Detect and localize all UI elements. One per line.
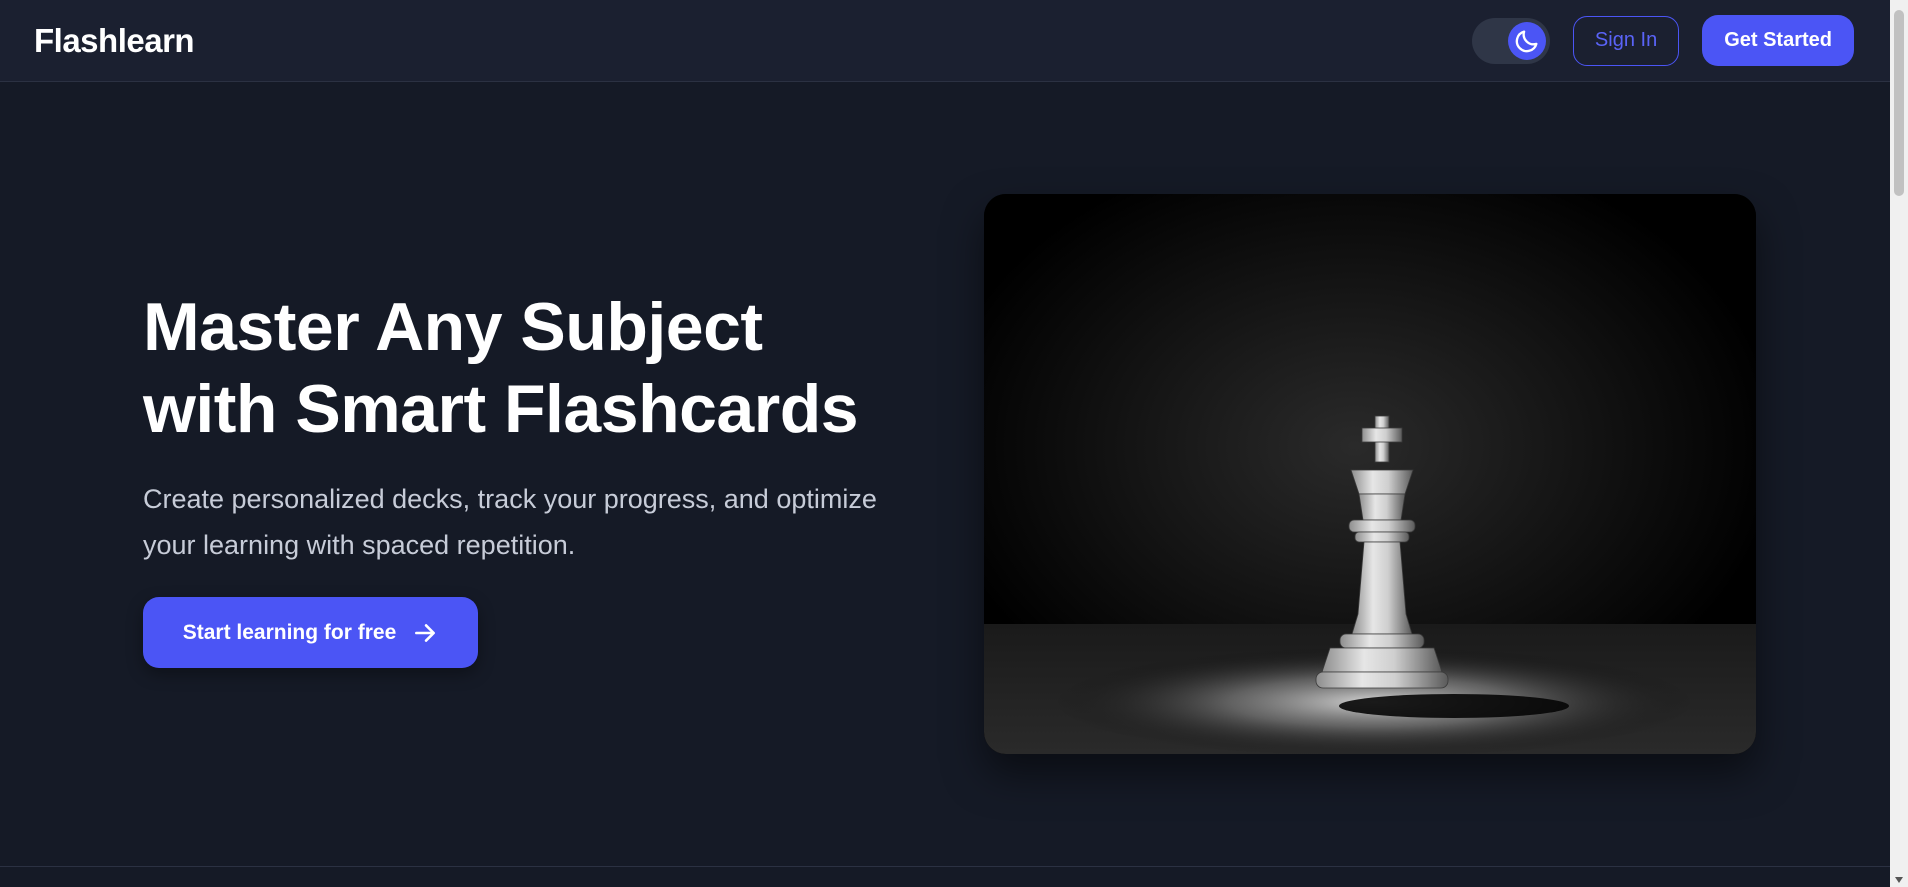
- sign-in-button[interactable]: Sign In: [1572, 15, 1680, 66]
- hero-title-line-1: Master Any Subject: [143, 289, 763, 365]
- brand-logo[interactable]: Flashlearn: [34, 22, 195, 60]
- theme-toggle-knob: [1507, 21, 1546, 60]
- hero-image: [984, 194, 1756, 754]
- hero-title-line-2: with Smart Flashcards: [143, 371, 859, 447]
- scroll-down-arrow-icon[interactable]: [1895, 877, 1903, 883]
- scrollbar-thumb[interactable]: [1894, 10, 1904, 196]
- hero-text: Master Any Subject with Smart Flashcards…: [143, 286, 923, 568]
- chess-king-image: [984, 194, 1756, 754]
- hero-subtitle: Create personalized decks, track your pr…: [143, 484, 877, 560]
- arrow-right-icon: [415, 623, 436, 642]
- hero-title: Master Any Subject with Smart Flashcards: [143, 286, 923, 450]
- page-scrollbar[interactable]: [1890, 0, 1908, 887]
- get-started-button[interactable]: Get Started: [1702, 15, 1854, 66]
- nav-actions: Sign In Get Started: [1471, 15, 1854, 66]
- section-divider: [0, 866, 1890, 867]
- theme-toggle[interactable]: [1471, 17, 1550, 64]
- top-navbar: Flashlearn Sign In Get Started: [0, 0, 1890, 82]
- start-learning-label: Start learning for free: [182, 620, 397, 644]
- moon-icon: [1515, 30, 1538, 52]
- page: Flashlearn Sign In Get Started Master An…: [0, 0, 1908, 887]
- start-learning-button[interactable]: Start learning for free: [143, 597, 478, 668]
